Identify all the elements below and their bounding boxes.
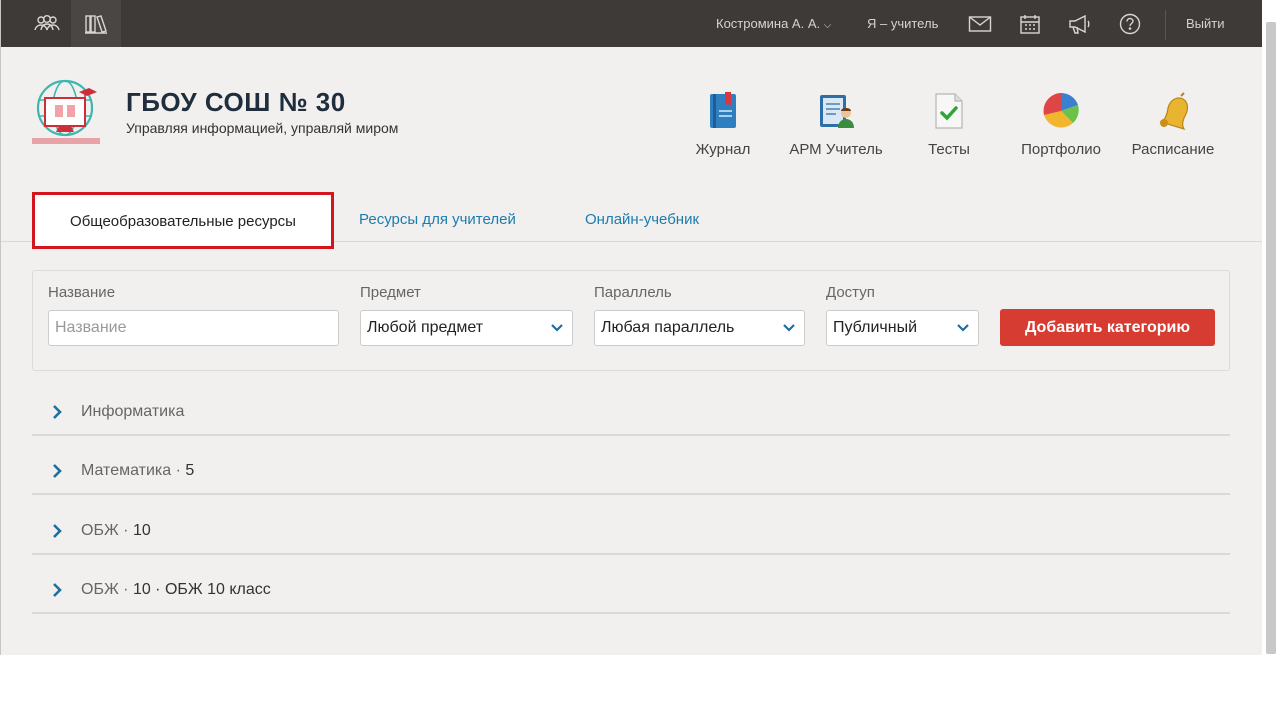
chevron-right-icon bbox=[53, 524, 62, 538]
megaphone-icon[interactable] bbox=[1065, 0, 1095, 47]
portfolio-icon bbox=[1006, 92, 1116, 130]
app-schedule[interactable]: Расписание bbox=[1118, 92, 1228, 158]
category-row[interactable]: Математика · 5 bbox=[32, 449, 1230, 495]
parallel-select[interactable]: Любая параллель bbox=[594, 310, 805, 346]
name-filter-input[interactable] bbox=[48, 310, 339, 346]
add-category-button[interactable]: Добавить категорию bbox=[1000, 309, 1215, 346]
subject-filter-label: Предмет bbox=[360, 284, 421, 301]
parallel-select-value: Любая параллель bbox=[601, 319, 735, 336]
tab-general-resources[interactable]: Общеобразовательные ресурсы bbox=[32, 192, 334, 249]
category-label: ОБЖ · 10 bbox=[81, 522, 151, 539]
subject-select[interactable]: Любой предмет bbox=[360, 310, 573, 346]
category-row[interactable]: Информатика bbox=[32, 390, 1230, 436]
name-filter-label: Название bbox=[48, 284, 116, 301]
category-row[interactable]: ОБЖ · 10 bbox=[32, 509, 1230, 555]
teacher-workstation-icon bbox=[781, 92, 891, 130]
tests-icon bbox=[894, 92, 1004, 130]
access-filter-label: Доступ bbox=[826, 284, 875, 301]
access-select-value: Публичный bbox=[833, 319, 918, 336]
category-label: ОБЖ · 10 · ОБЖ 10 класс bbox=[81, 581, 271, 598]
user-name: Костромина А. А. bbox=[716, 16, 821, 31]
role-switch[interactable]: Я – учитель bbox=[867, 0, 938, 47]
school-logo bbox=[29, 78, 103, 150]
chevron-down-icon bbox=[551, 324, 563, 332]
app-tests[interactable]: Тесты bbox=[894, 92, 1004, 158]
app-journal[interactable]: Журнал bbox=[668, 92, 778, 158]
page-content: Костромина А. А. ⌵ Я – учитель Выйти ГБО… bbox=[0, 0, 1263, 655]
app-label: Расписание bbox=[1131, 141, 1215, 158]
parallel-filter-label: Параллель bbox=[594, 284, 672, 301]
chevron-right-icon bbox=[53, 405, 62, 419]
help-icon[interactable] bbox=[1117, 0, 1143, 47]
scrollbar[interactable] bbox=[1262, 0, 1280, 720]
logout-link[interactable]: Выйти bbox=[1186, 0, 1225, 47]
chevron-right-icon bbox=[53, 583, 62, 597]
calendar-icon[interactable] bbox=[1017, 0, 1043, 47]
app-label: Портфолио bbox=[1021, 141, 1101, 158]
chevron-right-icon bbox=[53, 464, 62, 478]
topbar-divider bbox=[1165, 10, 1166, 40]
app-teacher-workstation[interactable]: АРМ Учитель bbox=[781, 92, 891, 158]
app-portfolio[interactable]: Портфолио bbox=[1006, 92, 1116, 158]
users-icon[interactable] bbox=[25, 0, 69, 47]
school-motto: Управляя информацией, управляй миром bbox=[126, 120, 399, 136]
tab-online-textbook[interactable]: Онлайн-учебник bbox=[585, 195, 699, 241]
journal-icon bbox=[668, 92, 778, 130]
chevron-down-icon bbox=[957, 324, 969, 332]
app-label: Тесты bbox=[928, 141, 970, 158]
top-bar: Костромина А. А. ⌵ Я – учитель Выйти bbox=[1, 0, 1263, 47]
user-menu[interactable]: Костромина А. А. ⌵ bbox=[716, 0, 831, 47]
browser-viewport: Костромина А. А. ⌵ Я – учитель Выйти ГБО… bbox=[0, 0, 1280, 720]
subject-select-value: Любой предмет bbox=[367, 319, 484, 336]
app-label: АРМ Учитель bbox=[789, 141, 883, 158]
category-label: Математика · 5 bbox=[81, 462, 195, 479]
schedule-bell-icon bbox=[1118, 92, 1228, 130]
category-row[interactable]: ОБЖ · 10 · ОБЖ 10 класс bbox=[32, 568, 1230, 614]
library-icon[interactable] bbox=[71, 0, 121, 47]
filter-panel: Название Предмет Любой предмет Параллель… bbox=[32, 270, 1230, 371]
category-label: Информатика bbox=[81, 403, 185, 420]
chevron-down-icon bbox=[783, 324, 795, 332]
chevron-down-icon: ⌵ bbox=[823, 20, 832, 31]
mail-icon[interactable] bbox=[967, 0, 993, 47]
app-label: Журнал bbox=[695, 141, 751, 158]
scrollbar-thumb[interactable] bbox=[1266, 22, 1276, 654]
school-name: ГБОУ СОШ № 30 bbox=[126, 87, 346, 117]
tab-teacher-resources[interactable]: Ресурсы для учителей bbox=[359, 195, 516, 241]
access-select[interactable]: Публичный bbox=[826, 310, 979, 346]
